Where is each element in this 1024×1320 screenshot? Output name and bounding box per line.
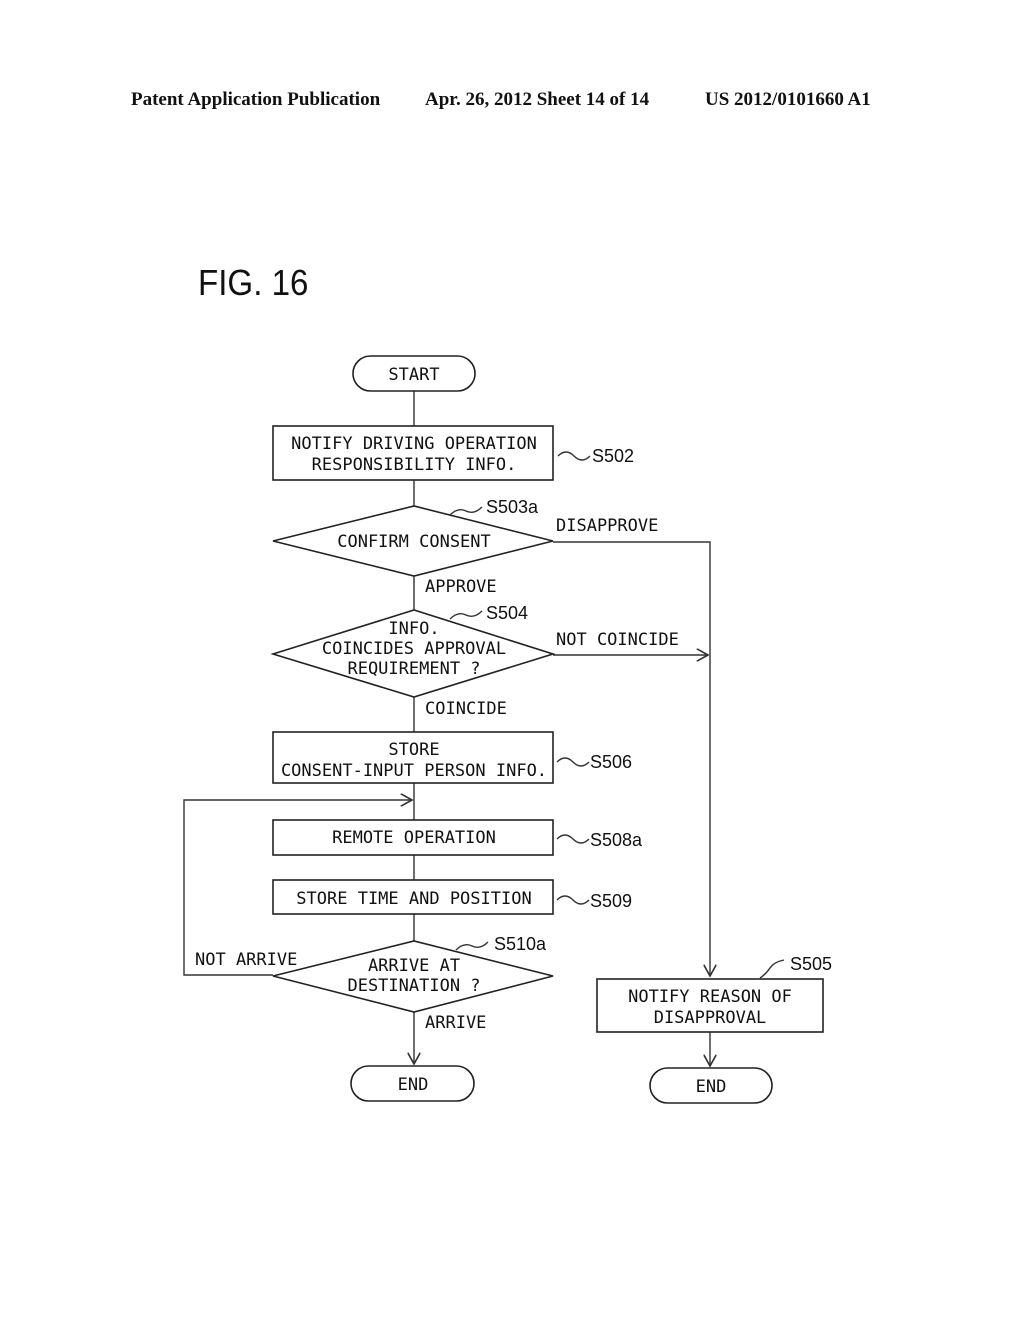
step-s505: NOTIFY REASON OF DISAPPROVAL S505 <box>596 954 832 1033</box>
s510a-line1: ARRIVE AT <box>368 956 460 976</box>
s509-ref: S509 <box>590 891 632 911</box>
s506-line1: STORE <box>388 740 439 760</box>
s510a-leader <box>455 941 489 951</box>
s508a-text: REMOTE OPERATION <box>332 828 496 848</box>
s503a-text: CONFIRM CONSENT <box>337 532 491 552</box>
s505-leader <box>759 959 785 979</box>
s503a-leader <box>449 506 483 516</box>
s505-line1: NOTIFY REASON OF <box>628 987 792 1007</box>
s504-line2: COINCIDES APPROVAL <box>322 639 506 659</box>
s508a-leader <box>556 834 590 844</box>
s505-ref: S505 <box>790 954 832 974</box>
s502-leader <box>557 451 591 461</box>
end-terminal-left: END <box>350 1065 475 1102</box>
s510a-ref: S510a <box>494 934 547 954</box>
edge-coincide: COINCIDE <box>425 699 507 719</box>
edge-not-arrive: NOT ARRIVE <box>195 950 297 970</box>
s506-ref: S506 <box>590 752 632 772</box>
edge-approve: APPROVE <box>425 577 497 597</box>
end-terminal-right: END <box>649 1067 773 1104</box>
step-s508a: REMOTE OPERATION S508a <box>272 819 643 856</box>
s506-leader <box>556 757 590 767</box>
s502-line2: RESPONSIBILITY INFO. <box>312 455 517 475</box>
s504-leader <box>449 610 483 620</box>
decision-s510a: ARRIVE AT DESTINATION ? S510a <box>272 934 554 1013</box>
start-terminal: START <box>352 355 476 392</box>
step-s509: STORE TIME AND POSITION S509 <box>272 879 632 915</box>
decision-s504: INFO. COINCIDES APPROVAL REQUIREMENT ? S… <box>270 603 556 698</box>
end-right-label: END <box>696 1077 727 1097</box>
s506-line2: CONSENT-INPUT PERSON INFO. <box>281 761 547 781</box>
s503a-ref: S503a <box>486 497 539 517</box>
end-left-label: END <box>398 1075 429 1095</box>
s510a-line2: DESTINATION ? <box>347 976 480 996</box>
s504-line1: INFO. <box>388 619 439 639</box>
s502-line1: NOTIFY DRIVING OPERATION <box>291 434 537 454</box>
flowchart: START NOTIFY DRIVING OPERATION RESPONSIB… <box>183 355 832 1104</box>
edge-not-coincide: NOT COINCIDE <box>556 630 679 650</box>
s509-text: STORE TIME AND POSITION <box>296 889 531 909</box>
s502-ref: S502 <box>592 446 634 466</box>
step-s502: NOTIFY DRIVING OPERATION RESPONSIBILITY … <box>272 425 634 481</box>
s505-line2: DISAPPROVAL <box>654 1008 767 1028</box>
step-s506: STORE CONSENT-INPUT PERSON INFO. S506 <box>272 731 632 784</box>
s504-ref: S504 <box>486 603 528 623</box>
s509-leader <box>556 895 590 905</box>
decision-s503a: CONFIRM CONSENT S503a <box>272 497 554 577</box>
s508a-ref: S508a <box>590 830 643 850</box>
start-label: START <box>388 365 439 385</box>
s504-line3: REQUIREMENT ? <box>347 659 480 679</box>
edge-disapprove: DISAPPROVE <box>556 516 658 536</box>
edge-arrive: ARRIVE <box>425 1013 486 1033</box>
